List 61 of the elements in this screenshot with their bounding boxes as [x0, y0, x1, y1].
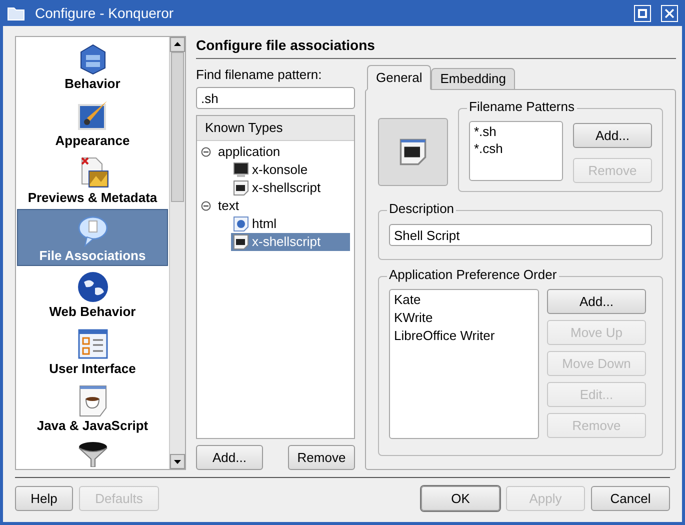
tree-item[interactable]: text — [217, 196, 240, 216]
scroll-down-icon[interactable] — [170, 454, 185, 469]
page-heading: Configure file associations — [196, 36, 676, 59]
sidebar-item[interactable]: User Interface — [17, 323, 168, 380]
script-file-icon — [399, 138, 427, 166]
tree-item[interactable]: x-shellscript — [231, 178, 350, 196]
list-item[interactable]: KWrite — [394, 309, 534, 327]
sidebar-item[interactable]: Previews & Metadata — [17, 152, 168, 209]
list-item[interactable]: *.sh — [474, 123, 558, 140]
dialog-button[interactable]: Add... — [573, 123, 652, 148]
window-list-icon — [76, 327, 110, 361]
dialog-button[interactable]: Remove — [288, 445, 355, 470]
description-field[interactable]: Shell Script — [389, 224, 652, 246]
window-title: Configure - Konqueror — [35, 4, 175, 23]
sidebar-label: File Associations — [39, 248, 146, 264]
tree-item[interactable]: html — [231, 214, 350, 232]
terminal-icon — [233, 162, 249, 178]
globe-icon — [76, 270, 110, 304]
funnel-icon — [76, 441, 110, 467]
script-file-icon — [233, 234, 249, 250]
type-icon-button[interactable] — [378, 118, 448, 186]
dialog-button[interactable]: Add... — [547, 289, 646, 314]
script-file-icon — [233, 180, 249, 196]
search-field[interactable]: .sh — [196, 87, 355, 109]
scroll-up-icon[interactable] — [170, 37, 185, 52]
sidebar-label: Java & JavaScript — [36, 418, 148, 434]
sidebar-item[interactable]: Behavior — [17, 38, 168, 95]
tab[interactable]: Embedding — [431, 68, 516, 90]
collapse-icon[interactable] — [201, 200, 211, 210]
tree-item[interactable]: x-konsole — [231, 160, 350, 178]
sidebar-label: Appearance — [55, 133, 130, 149]
maximize-button[interactable] — [634, 4, 651, 22]
sidebar-label: Web Behavior — [49, 304, 136, 320]
search-label: Find filename pattern: — [196, 67, 323, 83]
tree-item[interactable]: x-shellscript — [231, 232, 350, 250]
dialog-button[interactable]: Add... — [196, 445, 263, 470]
list-item[interactable]: *.csh — [474, 140, 558, 157]
dialog-button[interactable]: Cancel — [591, 486, 670, 511]
sidebar-label: Previews & Metadata — [28, 190, 158, 206]
list-item[interactable]: Kate — [394, 291, 534, 309]
column-header[interactable]: Known Types — [197, 116, 354, 140]
folder-icon — [7, 5, 25, 21]
tab[interactable]: General — [367, 65, 432, 90]
sidebar-label: User Interface — [49, 361, 136, 377]
dialog-button[interactable]: OK — [421, 486, 500, 511]
collapse-icon[interactable] — [201, 146, 211, 156]
paintbrush-icon — [76, 99, 110, 133]
close-icon[interactable] — [661, 4, 678, 22]
group-title: Application Preference Order — [387, 267, 559, 283]
sidebar-item[interactable]: Web Behavior — [17, 266, 168, 323]
web-file-icon — [233, 216, 249, 232]
scrollbar[interactable] — [169, 37, 185, 469]
dialog-button[interactable]: Help — [15, 486, 73, 511]
speech-bubble-icon — [76, 214, 110, 248]
sidebar-label: Behavior — [64, 76, 120, 92]
sidebar-item[interactable]: File Associations — [17, 209, 168, 266]
sidebar-item[interactable]: Java & JavaScript — [17, 380, 168, 437]
sidebar-item[interactable]: Appearance — [17, 95, 168, 152]
group-title: Description — [387, 201, 456, 217]
list-item[interactable]: LibreOffice Writer — [394, 327, 534, 345]
tree-item[interactable]: application — [217, 142, 282, 162]
